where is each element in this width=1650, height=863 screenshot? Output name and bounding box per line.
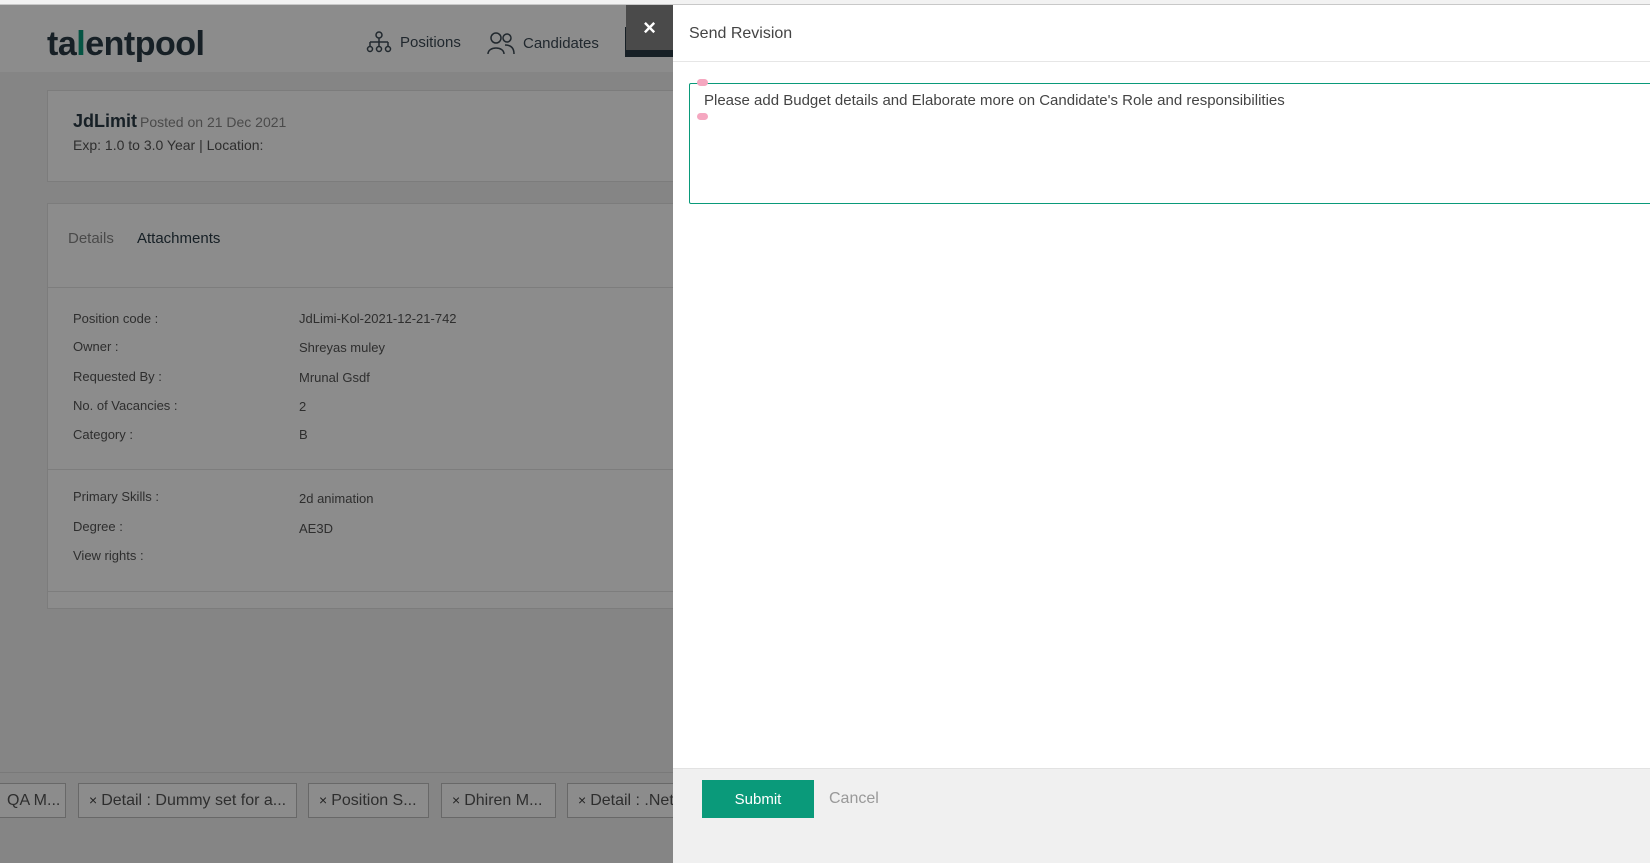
selection-handle-bottom[interactable] [697,113,708,120]
close-panel-button[interactable]: × [626,5,673,50]
selection-handle-top[interactable] [697,79,708,86]
revision-text: Please add Budget details and Elaborate … [704,92,1285,109]
close-icon: × [643,15,656,40]
panel-title: Send Revision [689,25,793,42]
modal-overlay[interactable] [0,5,673,863]
submit-button[interactable]: Submit [702,780,814,818]
revision-textarea[interactable]: Please add Budget details and Elaborate … [689,83,1650,204]
cancel-button[interactable]: Cancel [829,790,879,808]
panel-header: Send Revision [673,5,1650,62]
panel-footer: Submit Cancel [673,768,1650,863]
send-revision-panel: Send Revision Please add Budget details … [673,5,1650,863]
